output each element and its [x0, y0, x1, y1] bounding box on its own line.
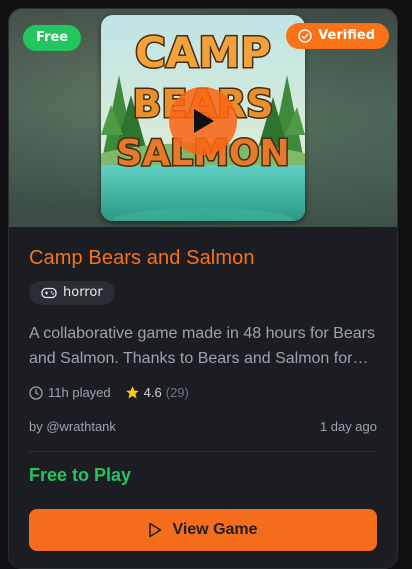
game-card[interactable]: CAMP BEARS SALMON Free Verified Camp Bea… — [8, 8, 398, 569]
genre-label: horror — [63, 285, 103, 300]
rating: 4.6 (29) — [125, 385, 189, 400]
game-byline: by @wrathtank 1 day ago — [29, 419, 377, 434]
play-outline-icon — [149, 522, 162, 538]
play-icon — [194, 109, 214, 133]
card-divider — [29, 451, 377, 452]
game-description: A collaborative game made in 48 hours fo… — [29, 325, 375, 367]
verified-label: Verified — [318, 28, 375, 43]
play-time-label: 11h played — [48, 385, 111, 400]
author-link[interactable]: by @wrathtank — [29, 419, 116, 434]
check-circle-icon — [298, 29, 312, 43]
view-game-label: View Game — [172, 521, 258, 538]
play-trailer-button[interactable] — [169, 87, 237, 155]
rating-value: 4.6 — [143, 385, 162, 400]
genre-tag[interactable]: horror — [29, 281, 115, 305]
verified-badge: Verified — [286, 23, 389, 49]
posted-time: 1 day ago — [319, 419, 377, 434]
play-time: 11h played — [29, 385, 111, 400]
price-label: Free to Play — [29, 465, 132, 485]
gamepad-icon — [41, 287, 57, 299]
star-icon — [125, 386, 139, 399]
rating-count: (29) — [165, 385, 189, 400]
cover-title-line-1: CAMP — [135, 28, 271, 77]
view-game-button[interactable]: View Game — [29, 509, 377, 551]
game-hero: CAMP BEARS SALMON Free Verified — [9, 9, 397, 227]
free-badge: Free — [23, 25, 82, 51]
clock-icon — [29, 385, 43, 400]
game-stats: 11h played 4.6 (29) — [29, 385, 189, 400]
game-title[interactable]: Camp Bears and Salmon — [29, 247, 255, 270]
